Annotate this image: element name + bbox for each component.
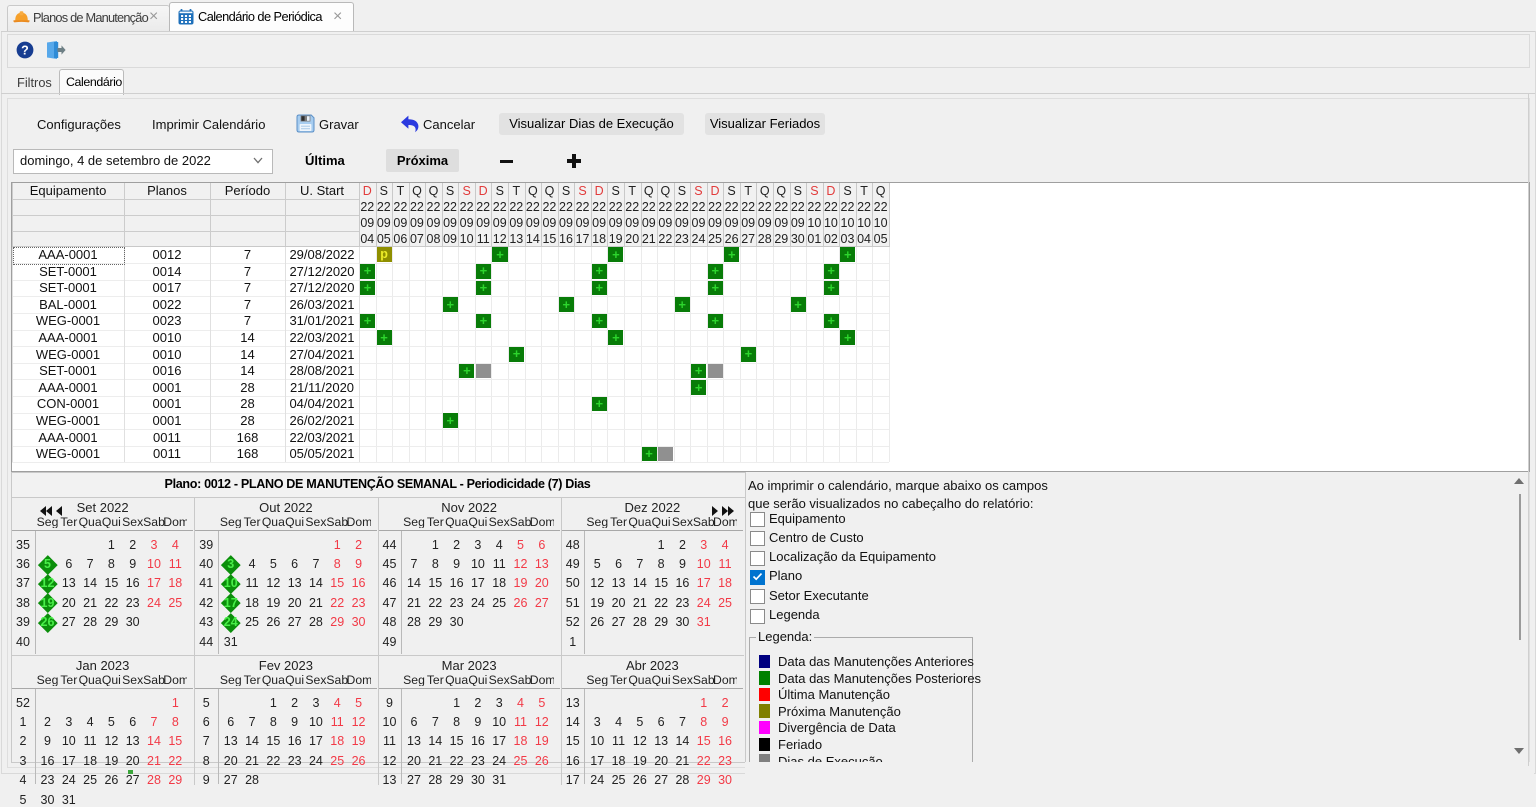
- svg-text:?: ?: [21, 43, 29, 57]
